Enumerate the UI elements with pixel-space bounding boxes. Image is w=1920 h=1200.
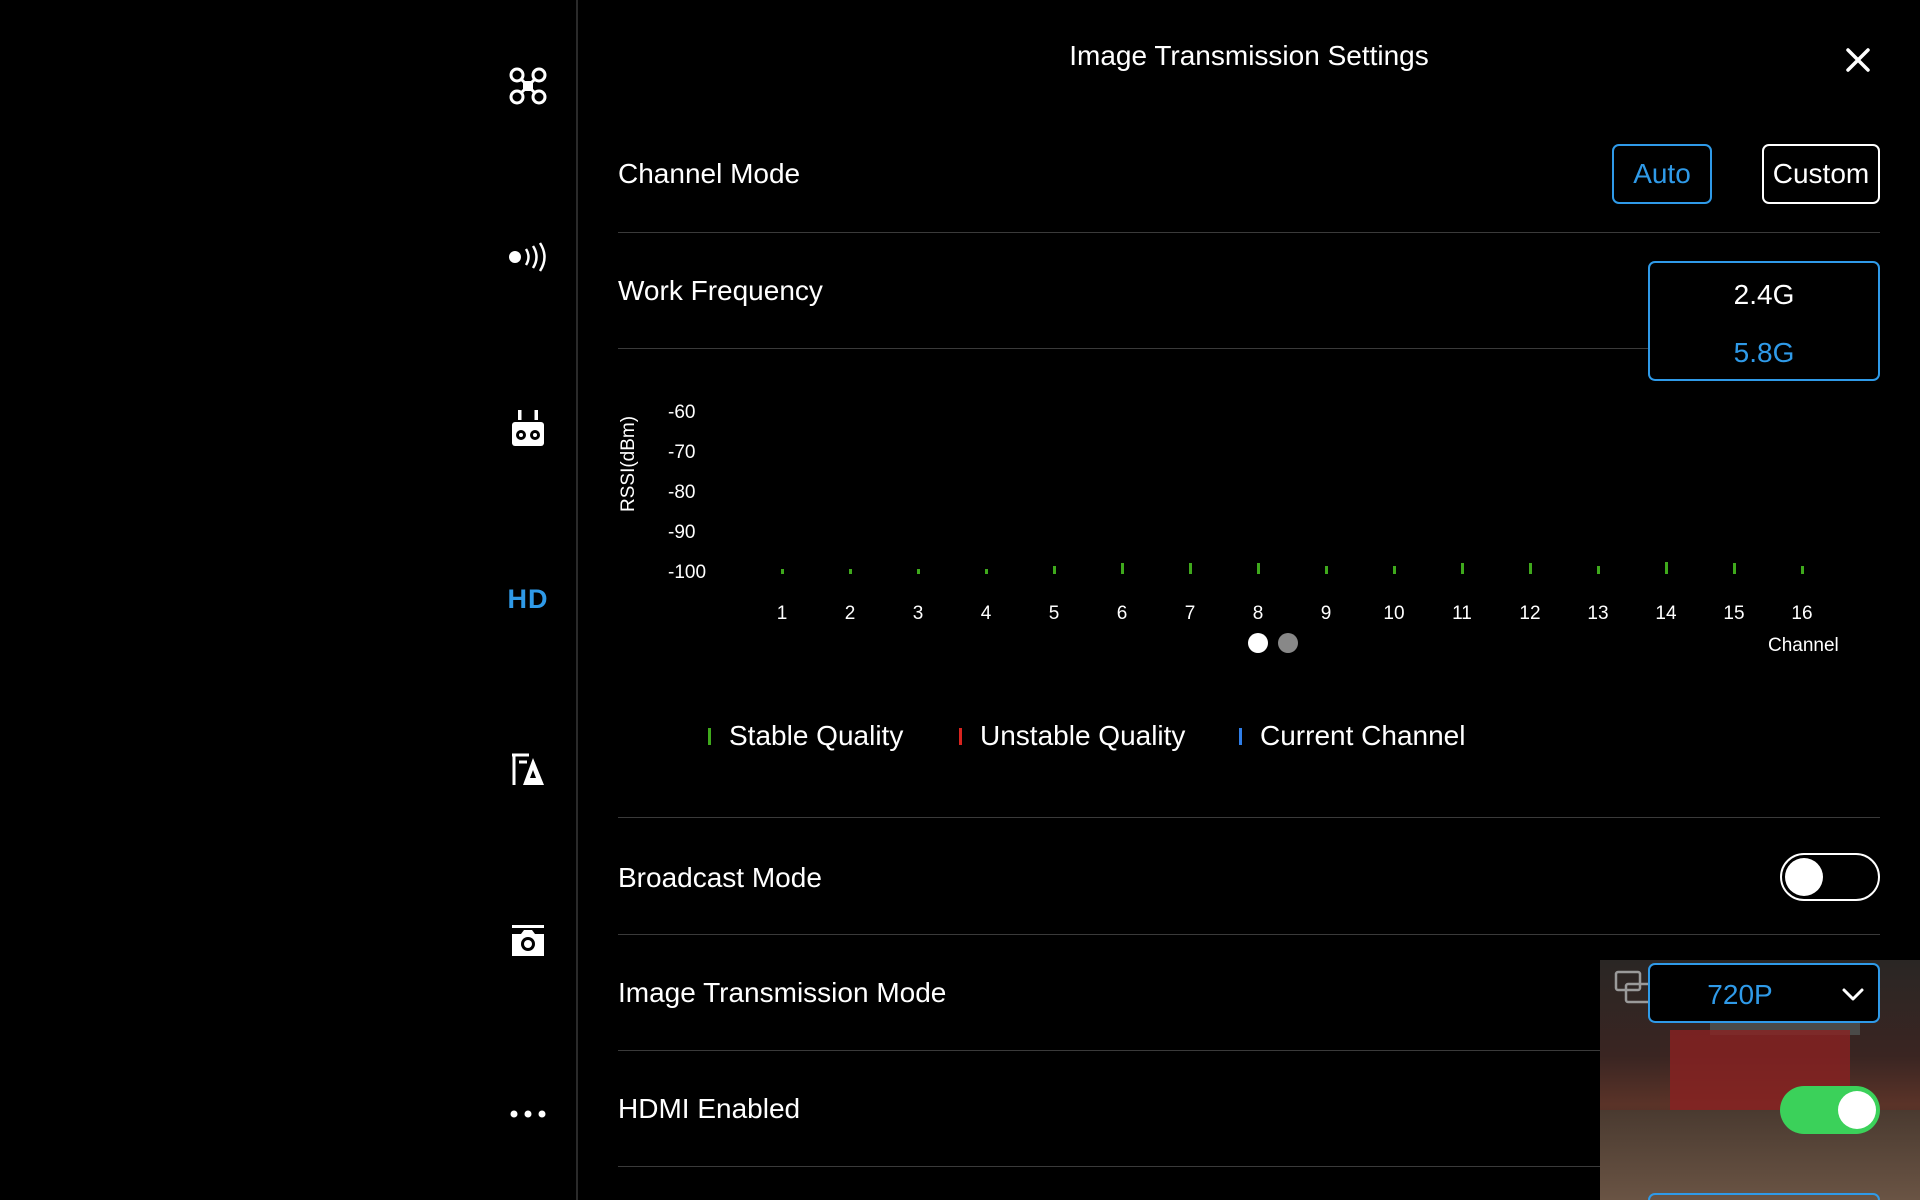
channel-bar bbox=[1257, 563, 1260, 574]
y-tick-label: -60 bbox=[668, 402, 696, 423]
page-title: Image Transmission Settings bbox=[1069, 40, 1429, 71]
y-tick-label: -100 bbox=[668, 562, 707, 583]
x-tick-label: 9 bbox=[1320, 603, 1332, 624]
channel-bar bbox=[985, 569, 988, 574]
signal-icon bbox=[509, 242, 546, 272]
close-icon bbox=[1846, 48, 1870, 72]
y-tick-label: -70 bbox=[668, 442, 696, 463]
work-frequency-label: Work Frequency bbox=[618, 275, 823, 306]
legend-mark bbox=[1239, 727, 1242, 745]
chart-x-axis-title: Channel bbox=[1768, 635, 1839, 656]
select-value: 720P bbox=[1707, 979, 1773, 1010]
legend-mark bbox=[959, 727, 962, 745]
drone-icon bbox=[509, 67, 547, 105]
x-tick-label: 13 bbox=[1587, 603, 1609, 624]
x-tick-label: 4 bbox=[980, 603, 992, 624]
x-tick-label: 12 bbox=[1519, 603, 1541, 624]
x-tick-label: 15 bbox=[1723, 603, 1745, 624]
chart-page-dot-active[interactable] bbox=[1248, 633, 1268, 653]
channel-mode-auto-button[interactable]: Auto bbox=[1612, 144, 1712, 204]
channel-bar bbox=[781, 569, 784, 574]
toggle-knob bbox=[1838, 1091, 1876, 1129]
channel-bar bbox=[1665, 561, 1668, 574]
gimbal-icon bbox=[512, 753, 544, 785]
channel-bar bbox=[1597, 566, 1600, 574]
divider bbox=[618, 1166, 1618, 1167]
x-tick-label: 5 bbox=[1048, 603, 1060, 624]
sidebar-item-camera[interactable] bbox=[490, 903, 566, 979]
legend-mark bbox=[708, 727, 711, 745]
channel-bar bbox=[1529, 563, 1532, 574]
channel-mode-custom-button[interactable]: Custom bbox=[1762, 144, 1880, 204]
x-tick-label: 16 bbox=[1791, 603, 1813, 624]
x-tick-label: 11 bbox=[1452, 603, 1472, 624]
more-icon bbox=[510, 1110, 546, 1118]
x-tick-label: 7 bbox=[1184, 603, 1196, 624]
channel-bar bbox=[1733, 563, 1736, 574]
legend-label: Current Channel bbox=[1260, 720, 1466, 751]
sidebar-item-aircraft[interactable] bbox=[490, 48, 566, 124]
x-tick-label: 2 bbox=[844, 603, 856, 624]
chevron-down-icon bbox=[1842, 988, 1864, 1001]
legend-unstable-quality: Unstable Quality bbox=[959, 720, 1185, 752]
close-button[interactable] bbox=[1836, 38, 1880, 82]
work-frequency-dropdown[interactable]: 2.4G 5.8G bbox=[1648, 261, 1880, 381]
rssi-chart: RSSI(dBm) -60 -70 -80 -90 -100 123456789… bbox=[578, 390, 1920, 670]
sidebar-item-remote-controller[interactable] bbox=[490, 391, 566, 467]
sidebar-item-hd[interactable]: HD bbox=[490, 561, 566, 637]
divider bbox=[618, 348, 1648, 349]
channel-bar bbox=[1801, 566, 1804, 574]
channel-bar bbox=[849, 569, 852, 574]
frequency-option-5-8g[interactable]: 5.8G bbox=[1650, 337, 1878, 369]
divider bbox=[618, 934, 1880, 935]
sidebar-item-gimbal[interactable] bbox=[490, 732, 566, 808]
broadcast-mode-toggle[interactable] bbox=[1780, 853, 1880, 901]
legend-label: Unstable Quality bbox=[980, 720, 1186, 751]
x-tick-label: 10 bbox=[1383, 603, 1405, 624]
sidebar-item-signal[interactable] bbox=[490, 219, 566, 295]
channel-bar bbox=[1461, 563, 1464, 574]
broadcast-mode-label: Broadcast Mode bbox=[618, 862, 822, 893]
image-transmission-mode-label: Image Transmission Mode bbox=[618, 977, 947, 1008]
next-row-control[interactable] bbox=[1648, 1193, 1880, 1200]
x-tick-label: 3 bbox=[912, 603, 924, 624]
channel-bar bbox=[1053, 566, 1056, 574]
chart-page-dot[interactable] bbox=[1278, 633, 1298, 653]
legend-label: Stable Quality bbox=[729, 720, 904, 751]
channel-bar bbox=[917, 569, 920, 574]
channel-bar bbox=[1393, 566, 1396, 574]
left-blank-area bbox=[0, 0, 470, 1200]
x-tick-label: 14 bbox=[1655, 603, 1677, 624]
y-tick-label: -90 bbox=[668, 522, 696, 543]
x-tick-label: 8 bbox=[1252, 603, 1264, 624]
legend-stable-quality: Stable Quality bbox=[708, 720, 903, 752]
channel-mode-label: Channel Mode bbox=[618, 158, 801, 189]
divider bbox=[618, 232, 1880, 233]
divider bbox=[618, 1050, 1618, 1051]
x-tick-label: 1 bbox=[776, 603, 788, 624]
x-tick-label: 6 bbox=[1116, 603, 1128, 624]
channel-bar bbox=[1121, 563, 1124, 574]
image-transmission-mode-select[interactable]: 720P bbox=[1648, 963, 1880, 1023]
remote-controller-icon bbox=[512, 410, 544, 446]
frequency-option-2-4g[interactable]: 2.4G bbox=[1650, 279, 1878, 311]
y-tick-label: -80 bbox=[668, 482, 696, 503]
hdmi-enabled-toggle[interactable] bbox=[1780, 1086, 1880, 1134]
settings-panel: Image Transmission Settings Channel Mode… bbox=[578, 0, 1920, 1200]
toggle-knob bbox=[1785, 858, 1823, 896]
channel-bar bbox=[1189, 563, 1192, 574]
hdmi-enabled-label: HDMI Enabled bbox=[618, 1093, 801, 1124]
sidebar-item-more[interactable] bbox=[490, 1076, 566, 1152]
divider bbox=[618, 817, 1880, 818]
legend-current-channel: Current Channel bbox=[1239, 720, 1465, 752]
channel-bar bbox=[1325, 566, 1328, 574]
camera-icon bbox=[512, 925, 544, 956]
hd-label: HD bbox=[507, 583, 549, 614]
chart-y-axis-title: RSSI(dBm) bbox=[618, 415, 639, 512]
